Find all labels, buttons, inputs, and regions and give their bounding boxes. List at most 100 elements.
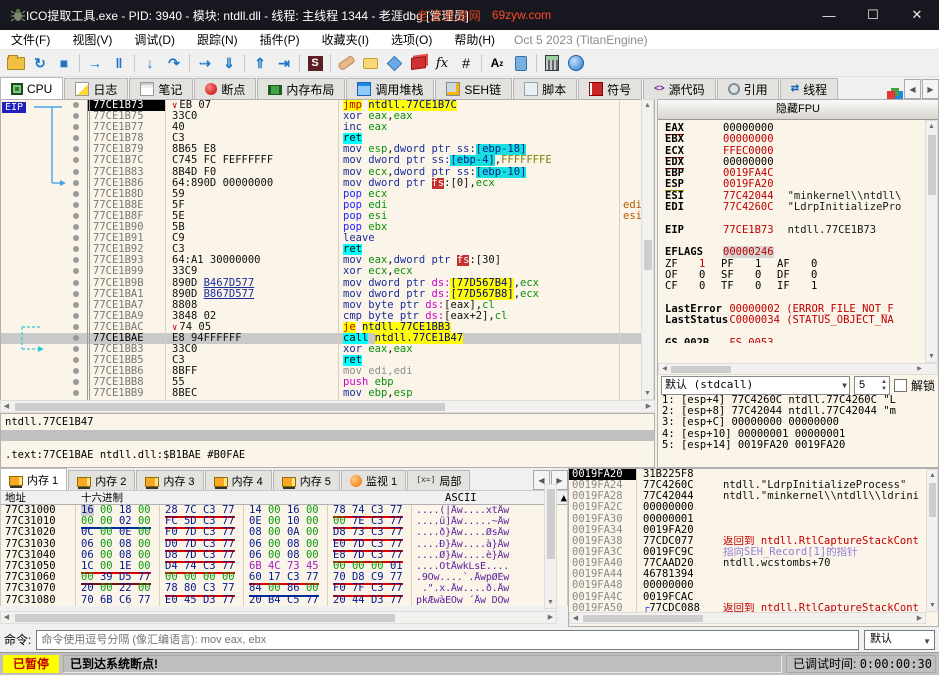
- stack-vscrollbar[interactable]: ▲ ▼: [926, 469, 938, 612]
- stack-row[interactable]: 0019FA3C 0019FC9C 指向SEH_Record[1]的指针: [569, 546, 938, 559]
- tab-脚本[interactable]: 脚本: [513, 78, 578, 99]
- open-file-icon[interactable]: [4, 52, 28, 74]
- tab-引用[interactable]: 引用: [716, 78, 779, 99]
- tab-源代码[interactable]: <> 源代码: [643, 78, 716, 99]
- disasm-row[interactable]: 77CE1B99 33C9 xor ecx,ecx: [1, 266, 654, 278]
- tab-线程[interactable]: ⇄ 线程: [779, 78, 839, 99]
- registers-hscrollbar[interactable]: ◀ ▶: [658, 363, 938, 375]
- stack-row[interactable]: 0019FA2C 00000000: [569, 502, 938, 514]
- stack-row[interactable]: 0019FA4C 0019FCAC: [569, 591, 938, 603]
- disasm-row[interactable]: 77CE1B83 8B4D F0 mov ecx,dword ptr ss:[ebp…: [1, 166, 654, 178]
- menu-item-2[interactable]: 调试(D): [123, 30, 186, 50]
- stack-row[interactable]: 0019FA38 77CDC077 返回到 ntdll.RtlCaptureStac…: [569, 535, 938, 547]
- restart-icon[interactable]: ↻: [28, 52, 52, 74]
- registers-vscrollbar[interactable]: ▲ ▼: [925, 120, 938, 363]
- tab-日志[interactable]: 日志: [64, 78, 129, 99]
- register-row[interactable]: CF 0 TF 0 IF 1: [658, 280, 938, 292]
- menu-item-6[interactable]: 选项(O): [380, 30, 443, 50]
- stack-hscrollbar[interactable]: ◀ ▶: [569, 612, 926, 624]
- menu-item-0[interactable]: 文件(F): [0, 30, 61, 50]
- calculator-icon[interactable]: [540, 52, 564, 74]
- stack-row[interactable]: 0019FA40 77CAAD20 ntdll.wcstombs+70: [569, 557, 938, 570]
- command-scope-select[interactable]: 默认 ▼: [864, 629, 935, 650]
- disasm-row[interactable]: 77CE1BB9 8BEC mov ebp,esp: [1, 388, 654, 400]
- register-row[interactable]: EBX 00000000: [658, 134, 938, 145]
- tab-断点[interactable]: 断点: [194, 78, 257, 99]
- disasm-row[interactable]: 77CE1B7C C745 FC FEFFFFFF mov dword ptr ss…: [1, 155, 654, 167]
- handles-icon[interactable]: [887, 91, 895, 99]
- hash-check-icon[interactable]: #: [454, 52, 478, 74]
- minimize-button[interactable]: —: [807, 0, 851, 30]
- tab-笔记[interactable]: 笔记: [129, 78, 194, 99]
- register-row[interactable]: GS 002B FS 0053: [658, 338, 938, 343]
- maximize-button[interactable]: ☐: [851, 0, 895, 30]
- dump-tab-监视 1[interactable]: 监视 1: [340, 470, 407, 490]
- register-row[interactable]: [658, 213, 938, 224]
- stack-row[interactable]: 0019FA48 00000000: [569, 580, 938, 592]
- disasm-hscrollbar[interactable]: ◀ ▶: [0, 400, 655, 413]
- register-row[interactable]: EIP 77CE1B73 ntdll.77CE1B73: [658, 224, 938, 236]
- stack-row[interactable]: 0019FA30 00000001: [569, 513, 938, 525]
- tab-符号[interactable]: 符号: [578, 78, 643, 99]
- dump-tab-内存 5[interactable]: 内存 5: [272, 470, 340, 490]
- dump-row[interactable]: 77C31080 70 6B C6 77 E0 45 D3 77 20 B4 C5 7…: [1, 594, 567, 606]
- step-over-icon[interactable]: ↷: [162, 52, 186, 74]
- stack-row[interactable]: 0019FA28 77C42044 ntdll."minkernel\\ntdll\…: [569, 491, 938, 503]
- disasm-vscrollbar[interactable]: ▲ ▼: [641, 99, 654, 400]
- stack-pane[interactable]: 0019FA20 31B225F8 0019FA24 77C4260C ntdll."L…: [568, 468, 939, 627]
- argument-row[interactable]: 3: [esp+C] 00000000 00000000: [662, 417, 938, 428]
- step-out-icon[interactable]: ⇑: [248, 52, 272, 74]
- register-row[interactable]: EDI 77C4260C "LdrpInitializePro: [658, 201, 938, 213]
- tab-调用堆栈[interactable]: 调用堆栈: [346, 78, 435, 99]
- register-row[interactable]: EDX 00000000: [658, 155, 938, 169]
- menu-item-5[interactable]: 收藏夹(I): [311, 30, 380, 50]
- disassembly-pane[interactable]: 77CE1B73 ∨ EB 07 jmp ntdll.77CE1B7C 77CE1B75…: [0, 99, 655, 412]
- stack-row[interactable]: 0019FA24 77C4260C ntdll."LdrpInitializePro…: [569, 479, 938, 492]
- arguments-list[interactable]: 1: [esp+4] 77C4260C ntdll.77C4260C "L 2: …: [658, 394, 938, 451]
- step-into-icon[interactable]: ↓: [138, 52, 162, 74]
- close-button[interactable]: ✕: [895, 0, 939, 30]
- register-row[interactable]: LastStatus C0000034 (STATUS_OBJECT_NA: [658, 314, 938, 326]
- menu-item-7[interactable]: 帮助(H): [443, 30, 506, 50]
- register-row[interactable]: EBP 0019FA4C: [658, 168, 938, 179]
- register-row[interactable]: EFLAGS 00000246: [658, 246, 938, 259]
- command-input[interactable]: [36, 629, 859, 650]
- dump-tab-内存 2[interactable]: 内存 2: [68, 470, 136, 490]
- pause-icon[interactable]: ‖: [107, 52, 131, 74]
- dump-tab-内存 1[interactable]: 内存 1: [0, 468, 68, 490]
- hide-fpu-button[interactable]: 隐藏FPU: [658, 100, 938, 120]
- function-icon[interactable]: fx: [430, 52, 454, 74]
- dump-tab-内存 3[interactable]: 内存 3: [136, 470, 204, 490]
- run-to-user-code-icon[interactable]: ⇢: [193, 52, 217, 74]
- trace-into-icon[interactable]: ⇓: [217, 52, 241, 74]
- dump-tab-内存 4[interactable]: 内存 4: [204, 470, 272, 490]
- dump-scroll-up-icon[interactable]: ▲: [561, 491, 567, 504]
- argument-count-stepper[interactable]: 5 ▲ ▼: [853, 375, 890, 395]
- dump-vscrollbar[interactable]: ▼: [544, 484, 557, 609]
- run-icon[interactable]: →: [83, 52, 107, 74]
- dump-hscrollbar[interactable]: ◀ ▶: [0, 611, 557, 624]
- dump-tab-局部[interactable]: [x=] 局部: [407, 470, 471, 490]
- register-row[interactable]: ECX FFEC0000: [658, 144, 938, 158]
- stop-icon[interactable]: ■: [52, 52, 76, 74]
- tab-SEH链[interactable]: SEH链: [435, 78, 513, 99]
- label-icon[interactable]: [382, 52, 406, 74]
- dump-rows[interactable]: 77C31000 16 00 18 00 28 7C C3 77 14 00 16 0…: [0, 505, 568, 606]
- register-row[interactable]: [658, 326, 938, 337]
- argument-row[interactable]: 5: [esp+14] 0019FA20 0019FA20: [662, 439, 938, 451]
- register-row[interactable]: EAX 00000000: [658, 122, 938, 135]
- stack-row[interactable]: 0019FA34 0019FA20: [569, 524, 938, 536]
- stack-row[interactable]: 0019FA44 46781394: [569, 569, 938, 581]
- strings-icon[interactable]: Az: [485, 52, 509, 74]
- tab-scroll-left-icon[interactable]: ◀: [904, 79, 921, 99]
- ollystyle-s-icon[interactable]: S: [303, 52, 327, 74]
- unlock-checkbox[interactable]: [893, 378, 907, 392]
- settings-globe-icon[interactable]: [564, 52, 588, 74]
- menu-item-3[interactable]: 跟踪(N): [186, 30, 249, 50]
- comment-icon[interactable]: [358, 52, 382, 74]
- attach-icon[interactable]: [509, 52, 533, 74]
- execute-till-return-icon[interactable]: ⇥: [272, 52, 296, 74]
- patch-icon[interactable]: [334, 52, 358, 74]
- menu-item-4[interactable]: 插件(P): [249, 30, 311, 50]
- calling-convention-select[interactable]: 默认 (stdcall) ▼: [661, 375, 850, 395]
